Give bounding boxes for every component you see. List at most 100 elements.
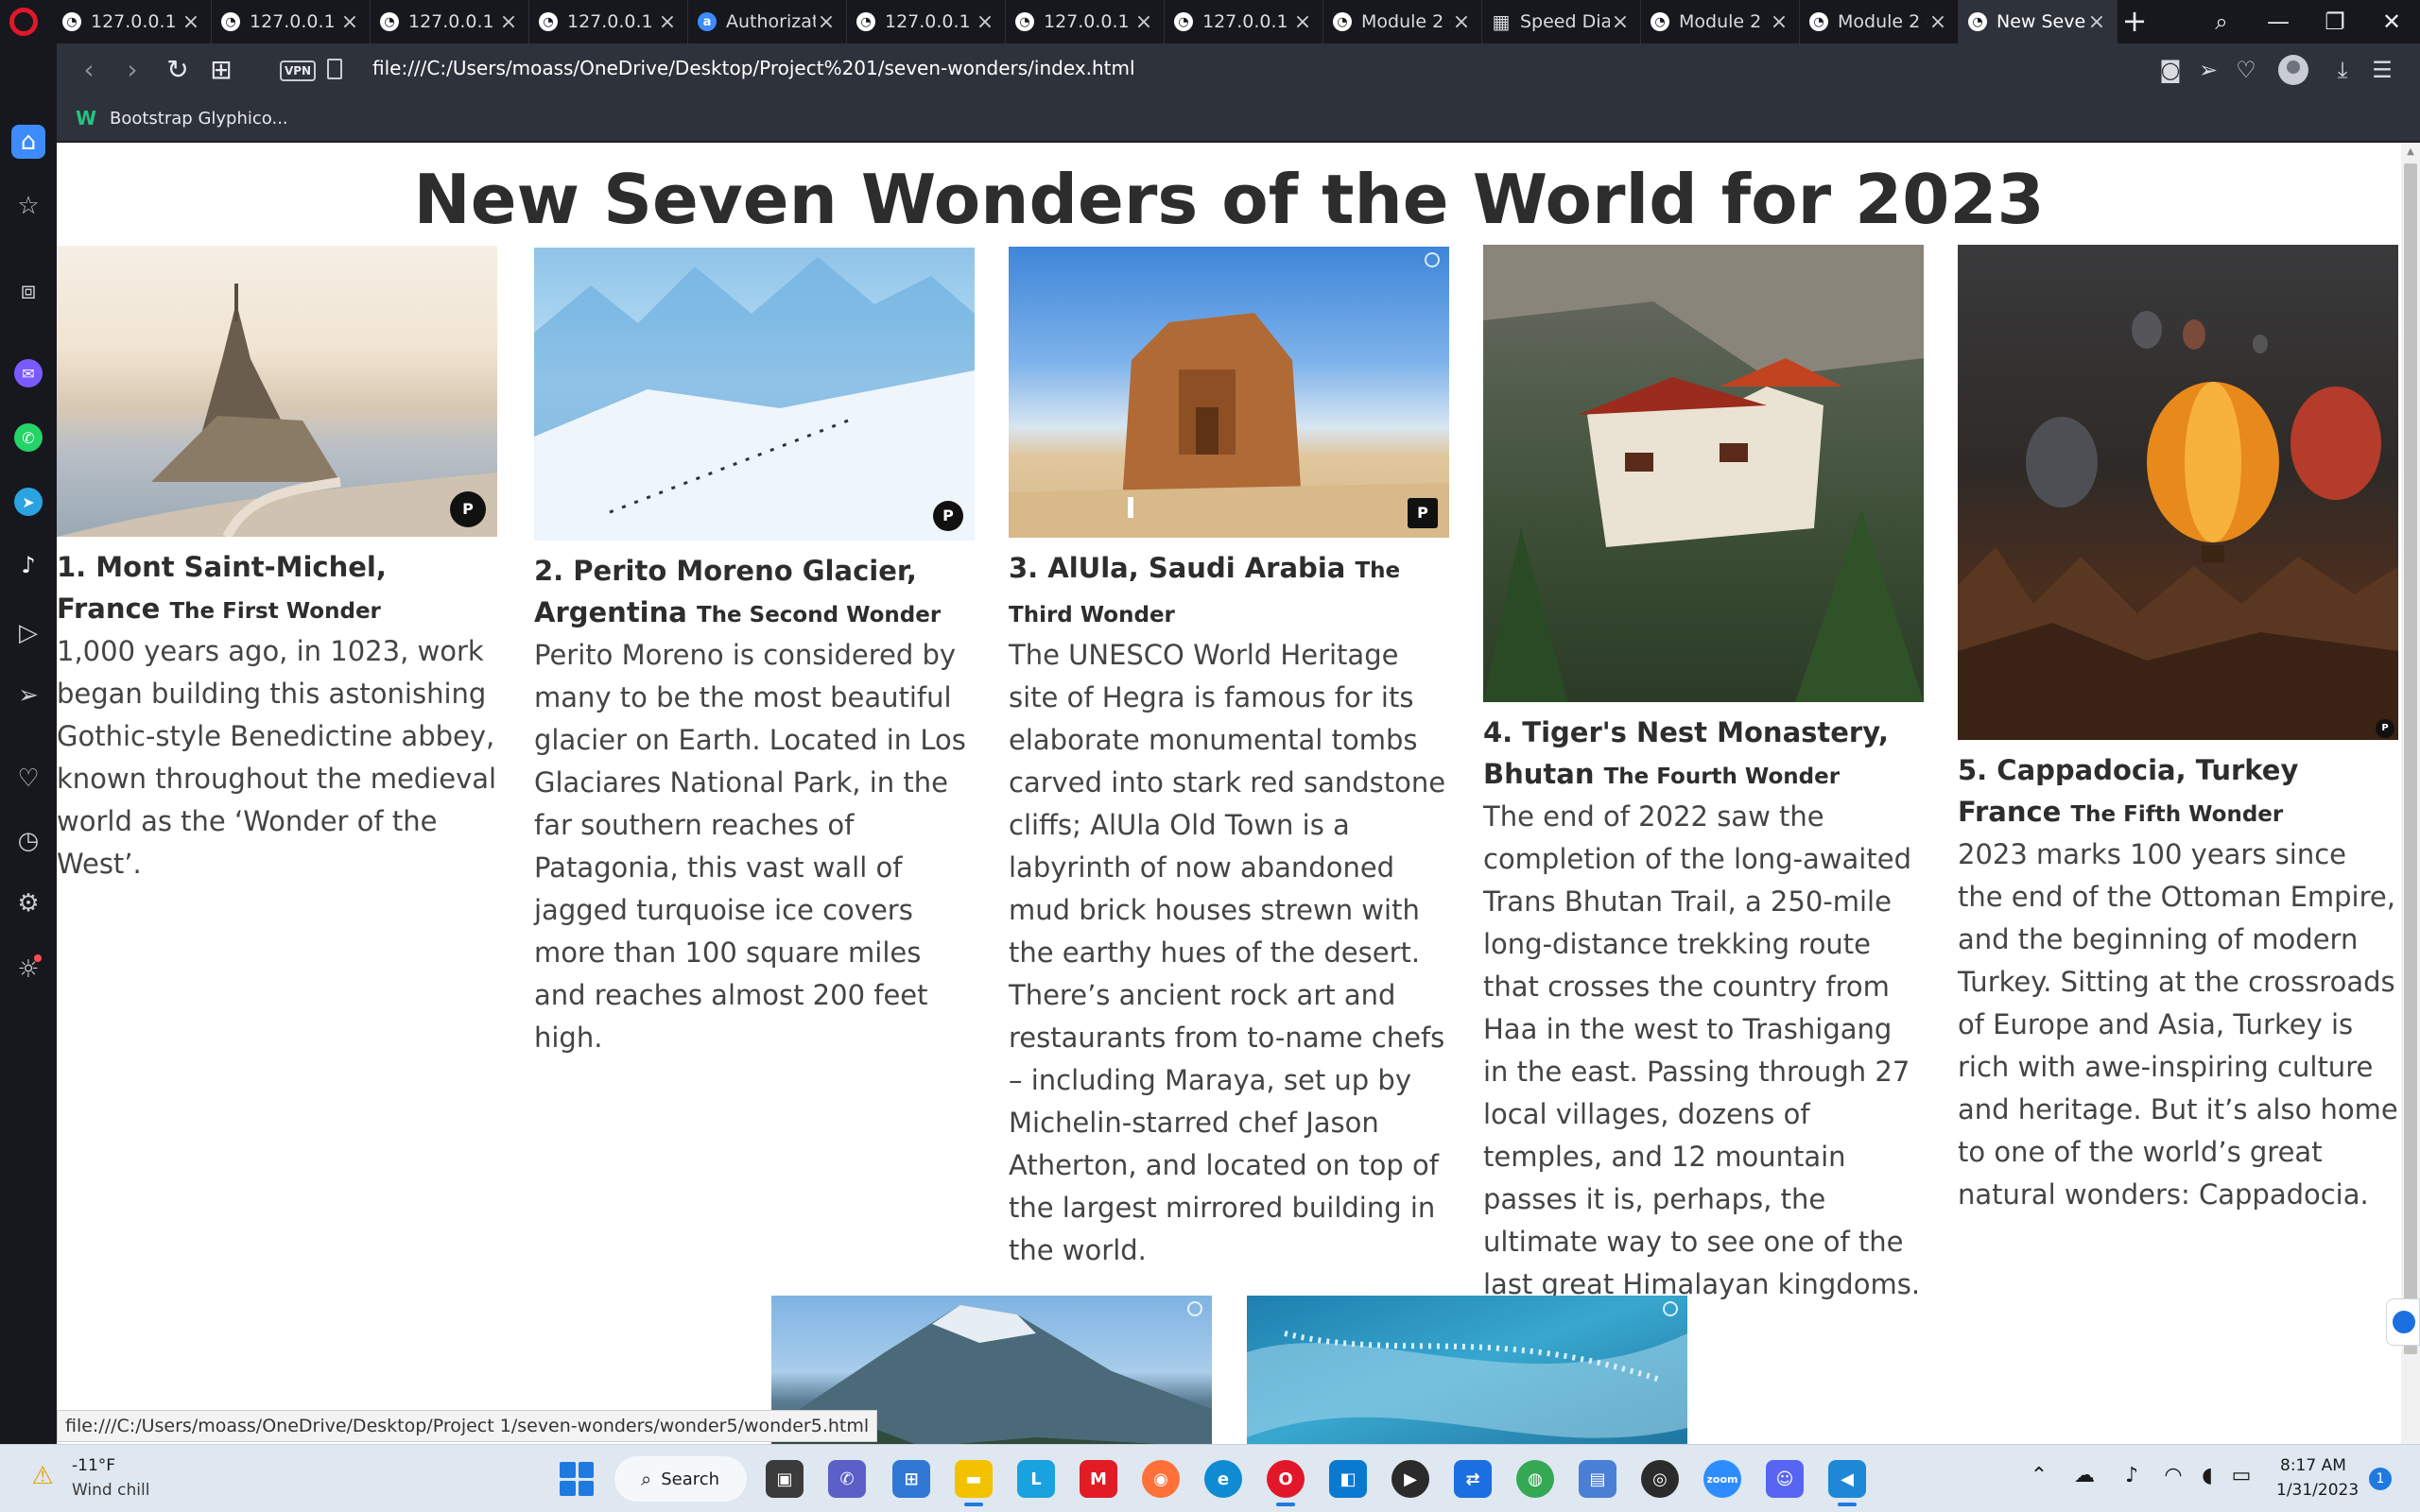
- teamviewer-icon[interactable]: ⇄: [1454, 1460, 1492, 1498]
- profile-avatar[interactable]: [2278, 55, 2308, 85]
- weather-description[interactable]: Wind chill: [72, 1481, 149, 1500]
- tab[interactable]: ◔ 127.0.0.1 ×: [529, 0, 688, 43]
- discord-icon[interactable]: ☺: [1766, 1460, 1804, 1498]
- wonder-image[interactable]: P: [1009, 247, 1449, 538]
- wonder-image[interactable]: [1247, 1296, 1687, 1444]
- scrollbar-thumb[interactable]: [2404, 163, 2417, 1354]
- close-icon[interactable]: ×: [1927, 10, 1948, 34]
- file-explorer-icon[interactable]: ▬: [955, 1460, 993, 1506]
- wifi-icon[interactable]: ◠: [2159, 1464, 2187, 1487]
- obs-icon[interactable]: ◎: [1641, 1460, 1679, 1498]
- battery-icon[interactable]: ▭: [2227, 1464, 2256, 1487]
- clock-time[interactable]: 8:17 AM: [2280, 1456, 2346, 1475]
- reload-icon[interactable]: ↻: [161, 53, 195, 87]
- close-icon[interactable]: ×: [975, 10, 995, 34]
- tab[interactable]: a Authorizat ×: [688, 0, 847, 43]
- pinterest-icon[interactable]: P: [933, 501, 963, 531]
- vertical-scrollbar[interactable]: ▲: [2401, 143, 2420, 1444]
- taskbar-search[interactable]: ⌕ Search: [614, 1456, 747, 1502]
- close-icon[interactable]: ×: [339, 10, 360, 34]
- settings-icon[interactable]: ⚙: [11, 886, 45, 920]
- wonder-image[interactable]: P: [1958, 245, 2398, 740]
- restore-icon[interactable]: ❐: [2316, 6, 2354, 38]
- close-icon[interactable]: ×: [498, 10, 519, 34]
- teams-icon[interactable]: ✆: [828, 1460, 866, 1498]
- forward-icon[interactable]: ›: [115, 53, 149, 87]
- bookmark-item[interactable]: W Bootstrap Glyphico...: [76, 108, 288, 129]
- tab[interactable]: ◔ 127.0.0.1 ×: [212, 0, 371, 43]
- close-icon[interactable]: ×: [816, 10, 837, 34]
- close-window-icon[interactable]: ✕: [2373, 6, 2411, 38]
- search-tabs-icon[interactable]: ⌕: [2203, 6, 2240, 38]
- calculator-app-icon[interactable]: ▤: [1579, 1460, 1616, 1498]
- tab[interactable]: ◔ 127.0.0.1 ×: [1165, 0, 1323, 43]
- opera-logo-icon[interactable]: [9, 8, 38, 36]
- wonder-image[interactable]: [1483, 245, 1924, 702]
- l-app-icon[interactable]: L: [1017, 1460, 1055, 1498]
- new-tab-button[interactable]: +: [2118, 4, 2152, 38]
- teamviewer-widget-icon[interactable]: [2386, 1298, 2420, 1346]
- antivirus-icon[interactable]: ☁: [2070, 1464, 2099, 1487]
- player-icon[interactable]: ▷: [11, 616, 45, 650]
- bag-icon[interactable]: ⧈: [11, 274, 45, 308]
- tab[interactable]: ◔ Module 2 (×: [1323, 0, 1482, 43]
- heart-icon[interactable]: ♡: [2229, 53, 2263, 87]
- close-icon[interactable]: ×: [657, 10, 678, 34]
- pinterest-icon[interactable]: P: [450, 491, 486, 527]
- outlook-icon[interactable]: ◧: [1329, 1460, 1367, 1498]
- media-player-icon[interactable]: ▶: [1392, 1460, 1429, 1498]
- home-icon[interactable]: ⌂: [11, 125, 45, 159]
- notification-badge[interactable]: 1: [2369, 1468, 2392, 1490]
- close-icon[interactable]: ×: [1610, 10, 1631, 34]
- tabs-grid-icon[interactable]: ⊞: [204, 53, 238, 87]
- pinterest-icon[interactable]: P: [1408, 498, 1438, 528]
- close-icon[interactable]: ×: [1292, 10, 1313, 34]
- tab[interactable]: ◔ Module 2 (×: [1800, 0, 1959, 43]
- clock-date[interactable]: 1/31/2023: [2276, 1481, 2359, 1500]
- tab[interactable]: ◔ 127.0.0.1 ×: [53, 0, 212, 43]
- chrome-icon[interactable]: ◍: [1516, 1460, 1554, 1498]
- weather-warning-icon[interactable]: ⚠: [28, 1462, 57, 1490]
- url-field[interactable]: file:///C:/Users/moass/OneDrive/Desktop/…: [372, 57, 1135, 79]
- whatsapp-icon[interactable]: ✆: [14, 423, 43, 452]
- edge-icon[interactable]: e: [1204, 1460, 1242, 1498]
- close-icon[interactable]: ×: [2086, 10, 2107, 34]
- tab[interactable]: ◔ 127.0.0.1 ×: [847, 0, 1006, 43]
- close-icon[interactable]: ×: [1451, 10, 1472, 34]
- send-icon[interactable]: ➢: [11, 679, 45, 713]
- weather-temperature[interactable]: -11°F: [72, 1456, 115, 1475]
- close-icon[interactable]: ×: [1133, 10, 1154, 34]
- heart-icon[interactable]: ♡: [11, 762, 45, 796]
- expand-icon[interactable]: [1187, 1301, 1202, 1316]
- store-icon[interactable]: ⊞: [892, 1460, 930, 1498]
- wonder-image[interactable]: P: [57, 246, 497, 537]
- chevron-up-icon[interactable]: ⌃: [2025, 1464, 2053, 1487]
- minimize-icon[interactable]: —: [2259, 6, 2297, 38]
- vpn-badge[interactable]: VPN: [280, 60, 316, 81]
- back-icon[interactable]: ‹: [72, 53, 106, 87]
- history-icon[interactable]: ◷: [11, 824, 45, 858]
- tab-active[interactable]: ◔ New Seven×: [1959, 0, 2118, 43]
- pinterest-icon[interactable]: P: [2376, 719, 2394, 738]
- mcafee-icon[interactable]: M: [1080, 1460, 1117, 1498]
- messenger-icon[interactable]: ✉: [14, 359, 43, 387]
- tab[interactable]: ◔ 127.0.0.1 ×: [371, 0, 529, 43]
- send-icon[interactable]: ➢: [2191, 53, 2225, 87]
- star-icon[interactable]: ☆: [11, 189, 45, 223]
- zoom-icon[interactable]: zoom: [1703, 1460, 1741, 1498]
- wonder-image[interactable]: P: [534, 248, 975, 541]
- vscode-icon[interactable]: ◀: [1828, 1460, 1866, 1506]
- microphone-icon[interactable]: ♪: [2118, 1464, 2146, 1487]
- expand-icon[interactable]: [1425, 252, 1440, 267]
- telegram-icon[interactable]: ➤: [14, 488, 43, 516]
- volume-icon[interactable]: ◖: [2193, 1464, 2221, 1487]
- firefox-icon[interactable]: ◉: [1142, 1460, 1180, 1498]
- close-icon[interactable]: ×: [181, 10, 201, 34]
- easy-setup-icon[interactable]: ☰: [2365, 53, 2399, 87]
- expand-icon[interactable]: [1663, 1301, 1678, 1316]
- lightbulb-icon[interactable]: ☼: [11, 953, 45, 987]
- close-icon[interactable]: ×: [1769, 10, 1789, 34]
- task-view-icon[interactable]: ▣: [766, 1460, 804, 1498]
- tab[interactable]: ▦ Speed Dial ×: [1482, 0, 1641, 43]
- scroll-up-arrow-icon[interactable]: ▲: [2401, 143, 2420, 162]
